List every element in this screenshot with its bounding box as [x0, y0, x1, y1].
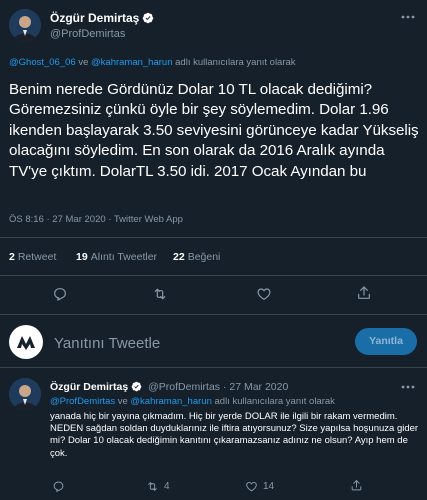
- retweet-stat[interactable]: 2 Retweet: [9, 251, 56, 263]
- reply-like-count: 14: [263, 481, 275, 492]
- reply-retweet-count: 4: [164, 481, 170, 492]
- author-handle[interactable]: @ProfDemirtas: [50, 28, 125, 40]
- more-dots-icon[interactable]: [401, 384, 415, 390]
- divider: [0, 275, 427, 276]
- reply-icon[interactable]: [52, 286, 68, 302]
- like-stat[interactable]: 22 Beğeni: [173, 251, 220, 263]
- reply-composer-input[interactable]: Yanıtını Tweetle: [54, 335, 160, 352]
- share-icon[interactable]: [356, 285, 372, 301]
- reply-text: yanada hiç bir yayına çıkmadım. Hiç bir …: [50, 411, 419, 459]
- reply-to-line: @Ghost_06_06 ve @kahraman_harun adlı kul…: [9, 57, 296, 68]
- heart-icon[interactable]: [245, 480, 258, 493]
- reply-to-user-link[interactable]: @Ghost_06_06: [9, 57, 76, 68]
- share-icon[interactable]: [350, 479, 363, 492]
- divider: [0, 314, 427, 315]
- tweet-meta[interactable]: ÖS 8:16 · 27 Mar 2020 · Twitter Web App: [9, 214, 183, 225]
- divider: [0, 367, 427, 368]
- reply-to-line: @ProfDemirtas ve @kahraman_harun adlı ku…: [50, 396, 335, 407]
- author-name[interactable]: Özgür Demirtaş: [50, 11, 139, 25]
- quote-stat[interactable]: 19 Alıntı Tweetler: [76, 251, 157, 263]
- reply-author-avatar[interactable]: [9, 378, 41, 410]
- reply-to-user-link[interactable]: @kahraman_harun: [130, 396, 211, 407]
- heart-icon[interactable]: [256, 286, 272, 302]
- divider: [0, 237, 427, 238]
- retweet-icon[interactable]: [146, 480, 159, 493]
- reply-icon[interactable]: [52, 480, 65, 493]
- reply-to-user-link[interactable]: @kahraman_harun: [91, 57, 172, 68]
- verified-badge-icon: [142, 12, 154, 27]
- more-dots-icon[interactable]: [401, 14, 415, 20]
- reply-button[interactable]: Yanıtla: [355, 328, 417, 355]
- verified-badge-icon: [131, 381, 142, 395]
- brand-logo[interactable]: [9, 325, 43, 359]
- retweet-icon[interactable]: [152, 286, 168, 302]
- reply-author-name[interactable]: Özgür Demirtaş: [50, 381, 128, 393]
- reply-to-user-link[interactable]: @ProfDemirtas: [50, 396, 115, 407]
- author-avatar[interactable]: [9, 9, 41, 41]
- reply-date[interactable]: · 27 Mar 2020: [223, 381, 288, 393]
- tweet-text: Benim nerede Gördünüz Dolar 10 TL olacak…: [9, 81, 419, 180]
- author-name-row[interactable]: Özgür Demirtaş: [50, 11, 154, 27]
- reply-author-handle[interactable]: @ProfDemirtas: [148, 381, 220, 393]
- reply-header: Özgür Demirtaş @ProfDemirtas · 27 Mar 20…: [50, 381, 288, 395]
